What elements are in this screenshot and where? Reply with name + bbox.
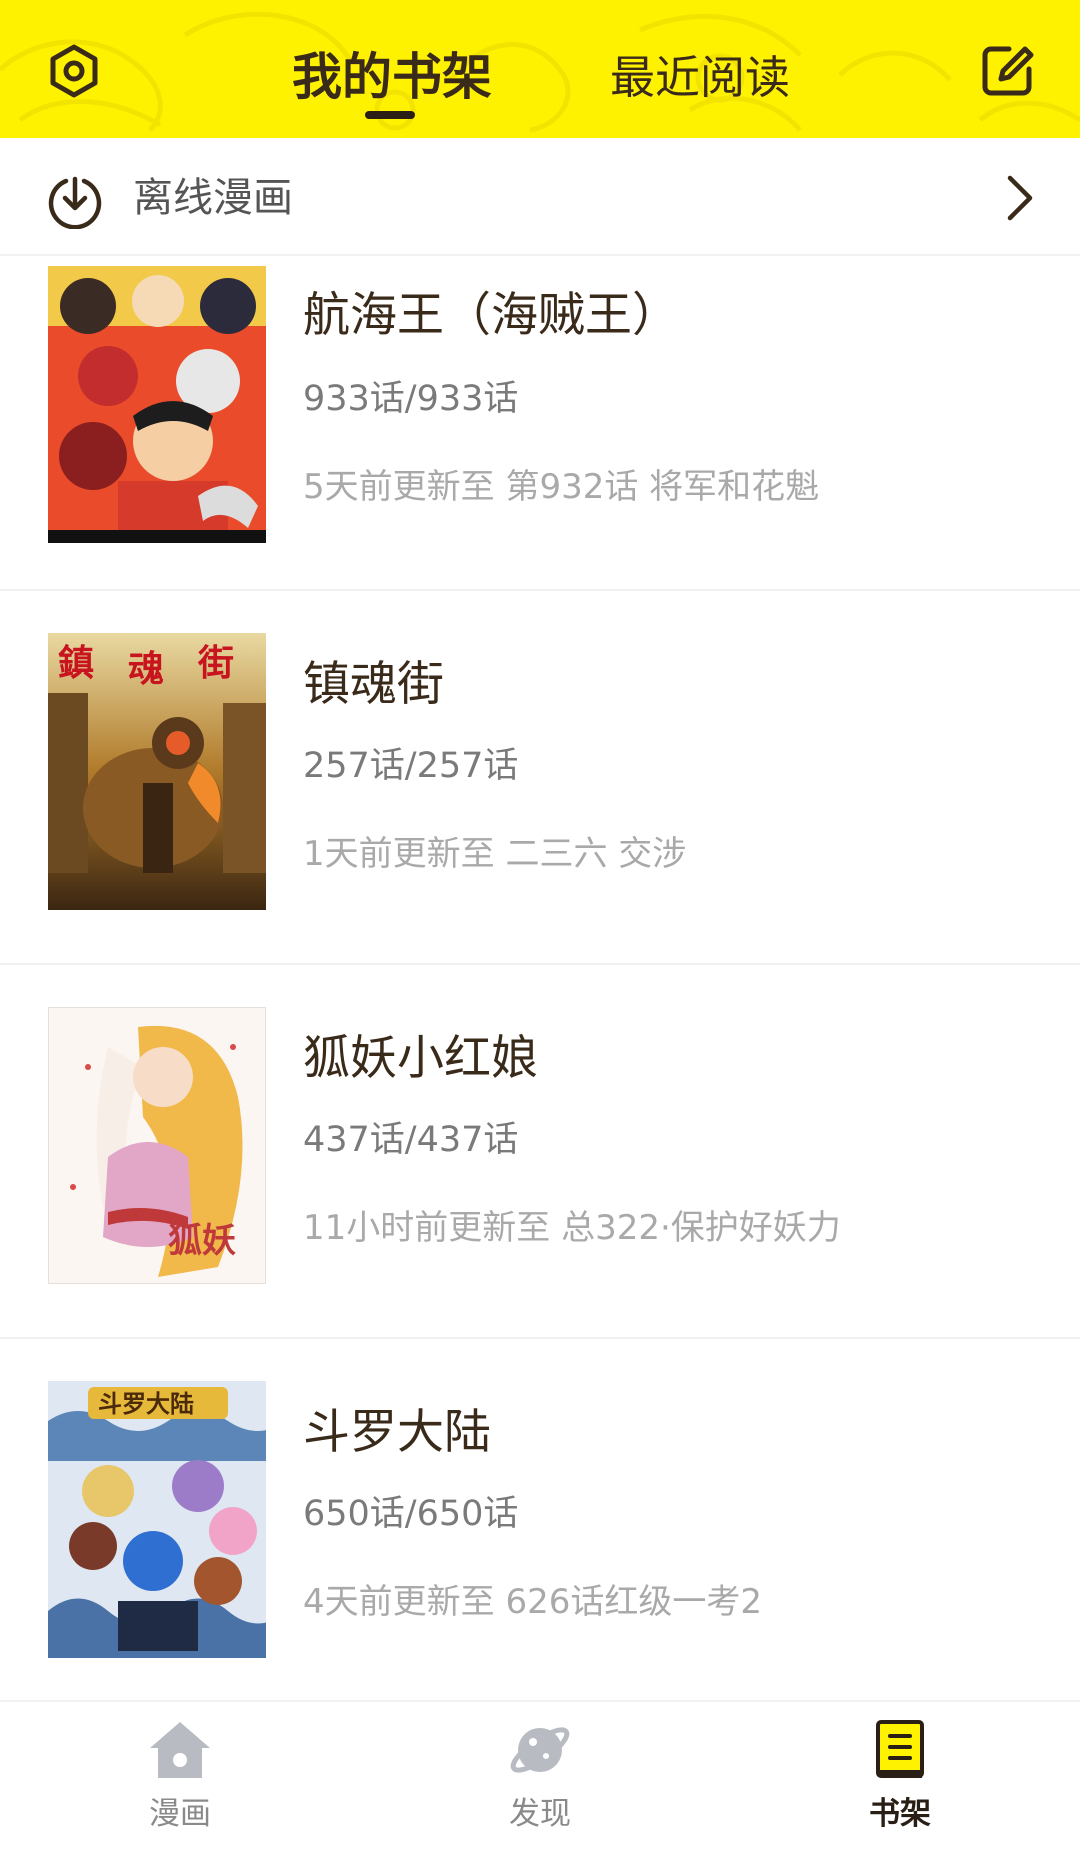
download-icon — [48, 176, 102, 229]
tab-my-shelf[interactable]: 我的书架 — [272, 38, 512, 108]
svg-text:狐妖: 狐妖 — [168, 1221, 236, 1261]
comic-progress: 437话/437话 — [303, 1120, 519, 1160]
edit-icon — [982, 46, 1034, 96]
tab-recent-reading[interactable]: 最近阅读 — [590, 38, 810, 108]
comic-update-info: 1天前更新至 二三六 交涉 — [303, 834, 687, 874]
comic-list: 航海王（海贼王） 933话/933话 5天前更新至 第932话 将军和花魁 鎮 … — [0, 256, 1080, 1713]
nav-discover-label: 发现 — [509, 1796, 571, 1832]
nav-comics-label: 漫画 — [149, 1796, 211, 1832]
tab-my-shelf-label: 我的书架 — [292, 48, 492, 106]
comic-cover[interactable]: 狐妖 — [48, 1007, 266, 1284]
home-icon — [150, 1722, 210, 1778]
comic-item[interactable]: 狐妖 狐妖小红娘 437话/437话 11小时前更新至 总322·保护好妖力 — [0, 965, 1080, 1339]
comic-cover[interactable]: 鎮 魂 街 — [48, 633, 266, 910]
comic-title: 斗罗大陆 — [303, 1405, 491, 1460]
nav-comics[interactable]: 漫画 — [80, 1702, 280, 1850]
comic-item[interactable]: 鎮 魂 街 镇魂街 257话/257话 1天前更新至 二三六 交涉 — [0, 591, 1080, 965]
comic-item[interactable]: 斗罗大陆 斗罗大陆 650话/650话 4天前更新至 626话红级一考2 — [0, 1339, 1080, 1713]
svg-text:斗罗大陆: 斗罗大陆 — [98, 1389, 194, 1418]
comic-progress: 933话/933话 — [303, 379, 519, 419]
edit-button[interactable] — [972, 36, 1042, 106]
top-bar: 我的书架 最近阅读 — [0, 0, 1080, 138]
offline-comics-row[interactable]: 离线漫画 — [0, 138, 1080, 256]
offline-comics-label: 离线漫画 — [133, 175, 293, 221]
settings-button[interactable] — [39, 36, 109, 106]
comic-title: 航海王（海贼王） — [303, 288, 679, 343]
nav-bookshelf-label: 书架 — [869, 1796, 931, 1832]
tab-recent-reading-label: 最近阅读 — [609, 50, 790, 104]
nav-discover[interactable]: 发现 — [440, 1702, 640, 1850]
svg-text:魂: 魂 — [128, 648, 164, 690]
settings-icon — [50, 44, 98, 98]
comic-update-info: 4天前更新至 626话红级一考2 — [303, 1582, 762, 1622]
chevron-right-icon — [1007, 175, 1033, 221]
book-icon — [876, 1720, 924, 1778]
nav-bookshelf[interactable]: 书架 — [800, 1702, 1000, 1850]
active-tab-indicator — [365, 111, 415, 119]
header-decoration — [0, 11, 1080, 133]
planet-icon — [510, 1727, 570, 1773]
comic-progress: 650话/650话 — [303, 1494, 519, 1534]
comic-cover[interactable]: 斗罗大陆 — [48, 1381, 266, 1658]
comic-update-info: 11小时前更新至 总322·保护好妖力 — [303, 1208, 841, 1248]
comic-update-info: 5天前更新至 第932话 将军和花魁 — [303, 467, 820, 507]
comic-cover[interactable] — [48, 266, 266, 543]
comic-title: 狐妖小红娘 — [303, 1031, 538, 1086]
comic-item[interactable]: 航海王（海贼王） 933话/933话 5天前更新至 第932话 将军和花魁 — [0, 256, 1080, 591]
comic-title: 镇魂街 — [303, 657, 444, 712]
bottom-navigation: 漫画 发现 书架 — [0, 1700, 1080, 1848]
svg-text:鎮: 鎮 — [58, 642, 94, 684]
comic-progress: 257话/257话 — [303, 746, 519, 786]
svg-text:街: 街 — [197, 642, 234, 684]
